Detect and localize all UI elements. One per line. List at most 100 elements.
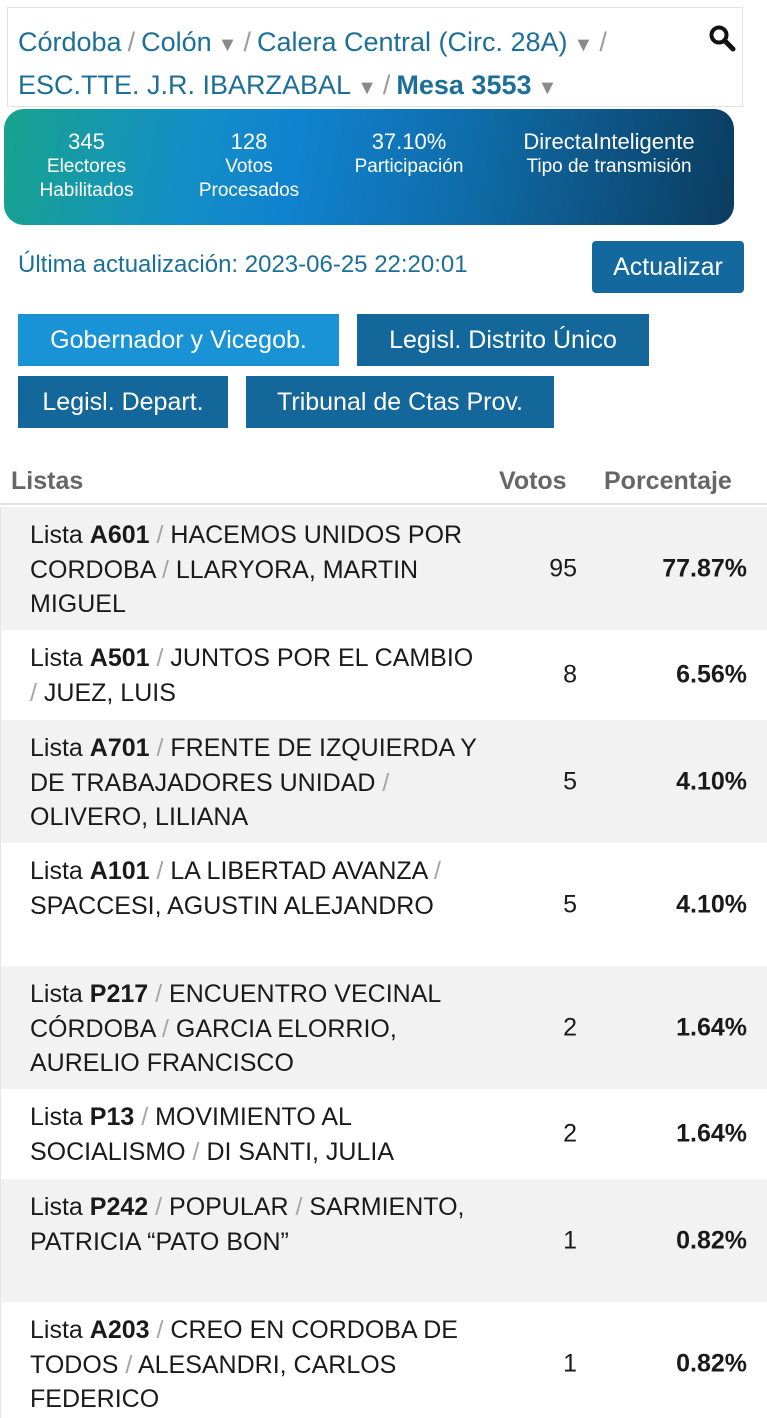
chevron-down-icon[interactable]: ▼ (357, 77, 377, 99)
percent-value: 1.64% (676, 1013, 747, 1041)
votes-value: 2 (563, 1013, 577, 1041)
breadcrumb-department[interactable]: Colón (141, 27, 212, 57)
separator: / (125, 1350, 133, 1379)
results-table-header: Listas Votos Porcentaje (0, 455, 767, 505)
list-description: Lista P217 / ENCUENTRO VECINAL CÓRDOBA /… (1, 966, 481, 1081)
list-code: A701 (89, 734, 150, 762)
list-description: Lista A203 / CREO EN CORDOBA DE TODOS / … (1, 1302, 481, 1417)
tab-legisl-distrito-unico[interactable]: Legisl. Distrito Único (357, 314, 649, 366)
stat-label: Votos (225, 156, 273, 177)
separator: / (156, 857, 164, 885)
list-code: A101 (89, 857, 150, 885)
update-row: Última actualización: 2023-06-25 22:20:0… (18, 241, 748, 295)
list-prefix: Lista (30, 1316, 83, 1344)
candidate-name: DI SANTI, JULIA (206, 1137, 394, 1166)
tab-gobernador[interactable]: Gobernador y Vicegob. (18, 314, 339, 366)
percent-value: 77.87% (662, 554, 747, 582)
separator: / (141, 1103, 149, 1131)
stat-participacion: 37.10% Participación (329, 109, 489, 225)
votes-value: 2 (563, 1119, 577, 1148)
stat-votos: 128 Votos Procesados (169, 109, 329, 225)
breadcrumb-separator: / (382, 70, 391, 100)
votes-value: 5 (563, 890, 577, 918)
breadcrumb-school[interactable]: ESC.TTE. J.R. IBARZABAL (18, 70, 351, 100)
separator: / (192, 1137, 200, 1166)
separator: / (433, 857, 441, 885)
list-code: A601 (89, 521, 150, 549)
list-prefix: Lista (30, 644, 83, 672)
list-description: Lista A601 / HACEMOS UNIDOS POR CORDOBA … (1, 507, 481, 622)
breadcrumb-circuit[interactable]: Calera Central (Circ. 28A) (257, 27, 568, 57)
chevron-down-icon[interactable]: ▼ (574, 34, 594, 56)
list-prefix: Lista (30, 734, 83, 762)
breadcrumb: Córdoba / Colón ▼ / Calera Central (Circ. 28A… (7, 7, 743, 107)
breadcrumb-separator: / (127, 27, 136, 57)
search-icon[interactable] (708, 24, 736, 52)
party-name: LA LIBERTAD AVANZA (170, 857, 427, 885)
stat-value: 37.10% (371, 129, 447, 154)
stat-label: Procesados (198, 180, 300, 201)
separator: / (161, 555, 169, 584)
list-description: Lista A701 / FRENTE DE IZQUIERDA Y DE TR… (1, 720, 481, 835)
breadcrumb-province[interactable]: Córdoba (18, 27, 122, 57)
separator: / (161, 1014, 169, 1043)
list-description: Lista P242 / POPULAR / SARMIENTO, PATRIC… (1, 1179, 481, 1259)
percent-value: 0.82% (676, 1226, 747, 1254)
table-row: Lista P217 / ENCUENTRO VECINAL CÓRDOBA /… (0, 966, 767, 1089)
stat-value: 128 (230, 129, 268, 154)
chevron-down-icon[interactable]: ▼ (218, 34, 238, 56)
stat-label: Habilitados (39, 180, 134, 201)
tab-tribunal-ctas[interactable]: Tribunal de Ctas Prov. (246, 376, 554, 428)
separator: / (155, 980, 163, 1008)
table-row: Lista A701 / FRENTE DE IZQUIERDA Y DE TR… (0, 720, 767, 843)
stat-label: Participación (354, 156, 464, 177)
separator: / (30, 678, 37, 707)
votes-value: 95 (549, 554, 577, 582)
list-description: Lista P13 / MOVIMIENTO AL SOCIALISMO / D… (1, 1089, 481, 1169)
table-row: Lista P13 / MOVIMIENTO AL SOCIALISMO / D… (0, 1089, 767, 1179)
chevron-down-icon[interactable]: ▼ (538, 77, 558, 99)
table-row: Lista A203 / CREO EN CORDOBA DE TODOS / … (0, 1302, 767, 1418)
breadcrumb-separator: / (599, 27, 607, 57)
list-prefix: Lista (30, 857, 83, 885)
list-code: P242 (89, 1193, 149, 1221)
column-header-porcentaje: Porcentaje (604, 467, 732, 495)
list-prefix: Lista (30, 980, 83, 1008)
list-prefix: Lista (30, 1193, 83, 1221)
breadcrumb-line-2: ESC.TTE. J.R. IBARZABAL ▼ / Mesa 3553 ▼ (18, 65, 732, 108)
candidate-name: JUEZ, LUIS (43, 678, 176, 707)
list-prefix: Lista (30, 521, 83, 549)
percent-value: 4.10% (676, 890, 747, 918)
votes-value: 1 (563, 1226, 577, 1254)
refresh-button[interactable]: Actualizar (592, 241, 744, 293)
table-row: Lista P242 / POPULAR / SARMIENTO, PATRIC… (0, 1179, 767, 1302)
breadcrumb-table[interactable]: Mesa 3553 (396, 70, 531, 100)
last-update-text: Última actualización: 2023-06-25 22:20:0… (18, 251, 468, 278)
tab-legisl-depart[interactable]: Legisl. Depart. (18, 376, 228, 428)
list-code: P13 (89, 1103, 135, 1131)
breadcrumb-separator: / (243, 27, 251, 57)
separator: / (156, 521, 164, 549)
percent-value: 1.64% (676, 1119, 747, 1148)
column-header-listas: Listas (11, 467, 84, 495)
results-table: Lista A601 / HACEMOS UNIDOS POR CORDOBA … (0, 507, 767, 1418)
list-code: P217 (89, 980, 149, 1008)
list-prefix: Lista (30, 1103, 83, 1131)
candidate-name: SPACCESI, AGUSTIN ALEJANDRO (30, 891, 434, 920)
stat-electores: 345 Electores Habilitados (4, 109, 169, 225)
table-row: Lista A101 / LA LIBERTAD AVANZA / SPACCE… (0, 843, 767, 966)
table-row: Lista A601 / HACEMOS UNIDOS POR CORDOBA … (0, 507, 767, 630)
column-header-votos: Votos (499, 467, 567, 495)
stats-card: 345 Electores Habilitados 128 Votos Proc… (4, 109, 734, 225)
candidate-name: OLIVERO, LILIANA (30, 803, 249, 831)
votes-value: 8 (563, 660, 577, 689)
stat-transmision: DirectaInteligente Tipo de transmisión (489, 109, 729, 225)
percent-value: 4.10% (676, 767, 747, 795)
percent-value: 0.82% (676, 1349, 747, 1377)
party-name: JUNTOS POR EL CAMBIO (170, 644, 474, 672)
list-description: Lista A101 / LA LIBERTAD AVANZA / SPACCE… (1, 843, 481, 923)
separator: / (156, 734, 164, 762)
percent-value: 6.56% (676, 660, 747, 689)
breadcrumb-line-1: Córdoba / Colón ▼ / Calera Central (Circ. 28A… (18, 22, 736, 65)
list-code: A501 (89, 644, 150, 672)
